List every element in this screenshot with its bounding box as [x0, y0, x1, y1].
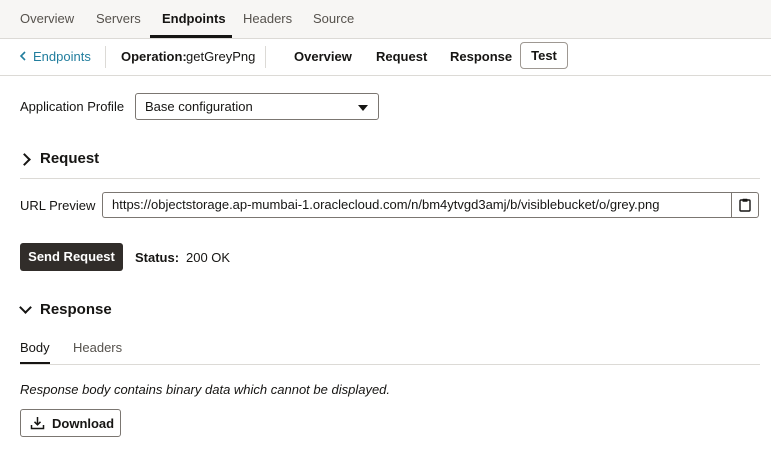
copy-url-button[interactable] [731, 192, 759, 218]
section-divider [20, 178, 760, 179]
app-profile-value: Base configuration [145, 99, 253, 114]
response-section-toggle[interactable]: Response [19, 301, 320, 321]
operation-label: Operation: [121, 49, 187, 64]
app-profile-label: Application Profile [20, 99, 125, 114]
download-icon [30, 417, 45, 430]
nav-divider [265, 46, 266, 68]
chevron-down-icon [19, 301, 32, 314]
subtab-overview[interactable]: Overview [294, 49, 352, 64]
tab-headers[interactable]: Headers [243, 11, 292, 26]
back-link-label: Endpoints [33, 49, 91, 64]
caret-down-icon [358, 105, 368, 111]
response-tab-body[interactable]: Body [20, 340, 50, 355]
app-profile-select[interactable]: Base configuration [135, 93, 379, 120]
url-preview-label: URL Preview [20, 198, 96, 213]
request-section-heading: Request [40, 150, 100, 167]
chevron-right-icon [18, 153, 31, 166]
send-request-button[interactable]: Send Request [20, 243, 123, 271]
subtab-request[interactable]: Request [376, 49, 427, 64]
chevron-left-icon [19, 49, 29, 64]
response-tabs-divider [20, 364, 760, 365]
nav-divider [105, 46, 106, 68]
download-button-label: Download [52, 416, 115, 431]
tab-overview[interactable]: Overview [20, 11, 74, 26]
back-to-endpoints-link[interactable]: Endpoints [19, 49, 91, 64]
url-preview-value: https://objectstorage.ap-mumbai-1.oracle… [112, 197, 660, 212]
subtab-response[interactable]: Response [450, 49, 512, 64]
status-value: 200 OK [186, 250, 231, 265]
tab-servers[interactable]: Servers [96, 11, 141, 26]
response-tab-headers[interactable]: Headers [73, 340, 122, 355]
status-label: Status: [135, 250, 180, 265]
download-button[interactable]: Download [20, 409, 121, 437]
request-section-toggle[interactable]: Request [18, 150, 320, 170]
operation-value: getGreyPng [186, 49, 256, 64]
url-preview-field[interactable]: https://objectstorage.ap-mumbai-1.oracle… [102, 192, 732, 218]
subtab-test[interactable]: Test [520, 42, 568, 69]
tab-endpoints[interactable]: Endpoints [162, 11, 226, 26]
response-section-heading: Response [40, 301, 112, 318]
response-body-message: Response body contains binary data which… [20, 382, 391, 397]
clipboard-icon [739, 198, 751, 212]
active-tab-indicator [150, 35, 232, 38]
tab-source[interactable]: Source [313, 11, 354, 26]
